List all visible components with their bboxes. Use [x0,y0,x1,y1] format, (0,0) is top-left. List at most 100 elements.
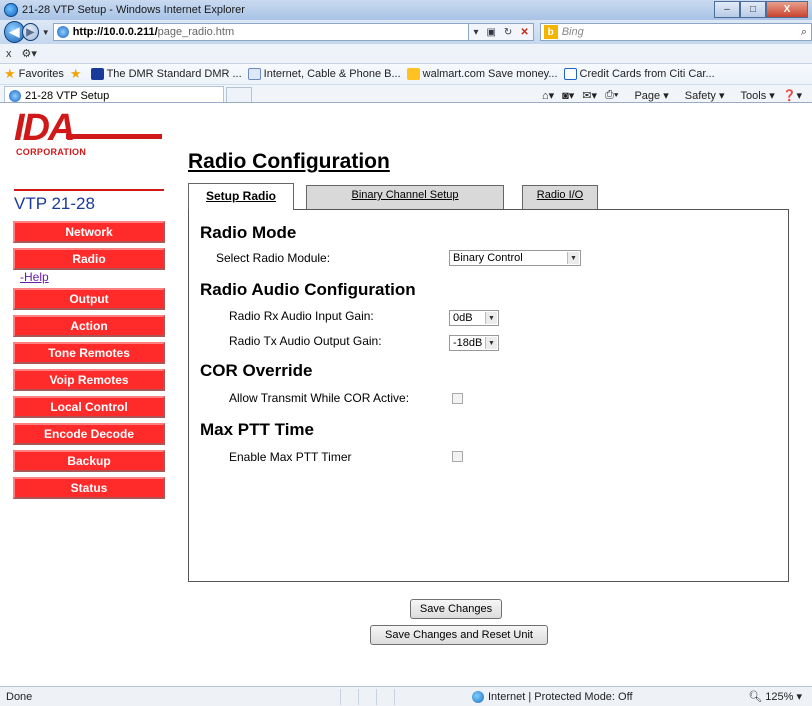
ie-logo-icon [4,3,18,17]
tab-setup-radio[interactable]: Setup Radio [188,183,294,210]
maximize-button[interactable]: □ [740,1,766,18]
help-icon[interactable]: ❓▾ [783,89,802,102]
status-text: Done [6,690,33,703]
favorite-link-label: walmart.com Save money... [422,68,558,80]
save-reset-button[interactable]: Save Changes and Reset Unit [370,625,548,645]
citi-favicon-icon [563,68,577,80]
tx-gain-label: Radio Tx Audio Output Gain: [229,334,382,348]
forward-arrow-icon: ▶ [26,26,35,38]
logo-main: IDA [14,107,75,149]
forward-button[interactable]: ▶ [21,23,39,41]
status-bar: Done Internet | Protected Mode: Off 🔍︎ 1… [0,686,812,706]
cable-favicon-icon [247,68,261,80]
ida-logo: IDA CORPORATION [14,109,164,179]
chevron-down-icon: ▼ [567,252,579,264]
compatibility-view-icon[interactable]: ▣ [482,27,499,38]
rx-gain-select[interactable]: 0dB ▼ [449,310,499,326]
address-input[interactable]: http://10.0.0.211/page_radio.htm [52,23,470,41]
search-placeholder: Bing [561,26,584,38]
stop-icon[interactable]: ✕ [516,27,532,38]
radio-mode-heading: Radio Mode [200,223,297,242]
help-link[interactable]: -Help [20,271,165,284]
cor-override-checkbox[interactable] [452,393,463,404]
favorite-link[interactable]: walmart.com Save money... [406,68,558,80]
command-row: x ⚙▾ [0,44,812,64]
logo-sub: CORPORATION [16,147,87,157]
page-title: Radio Configuration [188,150,390,173]
address-dropdown-icon[interactable]: ▾ [469,27,482,38]
sidebar-item-radio[interactable]: Radio [13,248,165,270]
sidebar-item-action[interactable]: Action [13,315,165,337]
config-panel: Radio Mode Select Radio Module: Binary C… [188,209,789,582]
zoom-level: 125% [765,691,794,703]
print-icon[interactable]: ⎙▾ [605,89,618,102]
max-ptt-label: Enable Max PTT Timer [229,450,352,464]
search-input[interactable]: b Bing ⌕ [539,23,812,41]
tx-gain-select[interactable]: -18dB ▼ [449,335,499,351]
mail-icon[interactable]: ✉▾ [582,89,597,102]
walmart-favicon-icon [406,68,420,80]
window-titlebar: 21-28 VTP Setup - Windows Internet Explo… [0,0,812,20]
add-favorite-icon[interactable]: ★ [70,66,85,82]
tools-menu[interactable]: Tools ▾ [733,89,775,102]
history-dropdown-icon[interactable]: ▼ [42,28,50,37]
tab-radio-io[interactable]: Radio I/O [522,185,598,211]
page-content: IDA CORPORATION VTP 21-28 Network Radio … [0,102,812,686]
sidebar-item-network[interactable]: Network [13,221,165,243]
minimize-button[interactable]: – [714,1,740,18]
sidebar-item-encode-decode[interactable]: Encode Decode [13,423,165,445]
save-changes-button[interactable]: Save Changes [410,599,502,619]
feeds-icon[interactable]: ◙▾ [562,89,574,102]
dmr-favicon-icon [90,68,104,80]
radio-module-value: Binary Control [453,252,523,264]
back-arrow-icon: ◀ [9,24,20,39]
zone-label: Internet | Protected Mode: Off [488,690,633,703]
tab-favicon-icon [9,90,21,102]
tx-gain-value: -18dB [453,337,483,349]
cor-override-label: Allow Transmit While COR Active: [229,391,410,405]
address-buttons: ▾ ▣ ↻ ✕ [469,23,534,41]
address-toolbar: ◀ ▶ ▼ http://10.0.0.211/page_radio.htm ▾… [0,20,812,44]
zoom-control[interactable]: 🔍︎ 125% ▾ [748,690,802,703]
max-ptt-checkbox[interactable] [452,451,463,462]
sidebar-item-local-control[interactable]: Local Control [13,396,165,418]
sidebar-item-status[interactable]: Status [13,477,165,499]
safety-menu[interactable]: Safety ▾ [677,89,725,102]
search-icon[interactable]: ⌕ [801,26,807,39]
command-bar: ⌂▾ ◙▾ ✉▾ ⎙▾ Page ▾ Safety ▾ Tools ▾ ❓▾ [534,89,802,102]
window-controls: – □ X [714,1,808,18]
max-ptt-heading: Max PTT Time [200,420,314,439]
tab-binary-channel-setup[interactable]: Binary Channel Setup [306,185,504,211]
addon-icon[interactable]: ⚙▾ [22,47,37,60]
zoom-icon: 🔍︎ [748,691,763,703]
favorite-link[interactable]: Internet, Cable & Phone B... [247,68,401,80]
rx-gain-value: 0dB [453,312,473,324]
security-zone[interactable]: Internet | Protected Mode: Off [472,690,633,703]
rx-gain-label: Radio Rx Audio Input Gain: [229,309,374,323]
radio-module-select[interactable]: Binary Control ▼ [449,250,581,266]
bing-logo-icon: b [543,25,558,39]
home-icon[interactable]: ⌂▾ [542,89,554,102]
close-button[interactable]: X [766,1,808,18]
favorites-label: Favorites [18,68,64,80]
chevron-down-icon: ▼ [485,337,497,349]
favorite-link[interactable]: The DMR Standard DMR ... [90,68,242,80]
audio-config-heading: Radio Audio Configuration [200,280,416,299]
favorite-link-label: The DMR Standard DMR ... [106,68,242,80]
device-name: VTP 21-28 [14,194,95,213]
favorites-star-icon: ★ [4,66,16,81]
close-tab-icon[interactable]: x [6,48,12,60]
window-title: 21-28 VTP Setup - Windows Internet Explo… [22,4,245,16]
favorite-link[interactable]: Credit Cards from Citi Car... [563,68,715,80]
favorites-button[interactable]: ★ Favorites [4,66,64,82]
refresh-icon[interactable]: ↻ [500,27,516,38]
favorite-link-label: Internet, Cable & Phone B... [263,68,401,80]
sidebar-item-voip-remotes[interactable]: Voip Remotes [13,369,165,391]
radio-module-label: Select Radio Module: [216,251,331,265]
sidebar-item-backup[interactable]: Backup [13,450,165,472]
sidebar-divider [14,189,164,191]
page-menu[interactable]: Page ▾ [626,89,668,102]
sidebar-item-output[interactable]: Output [13,288,165,310]
sidebar-item-tone-remotes[interactable]: Tone Remotes [13,342,165,364]
url-host: http://10.0.0.211/ [72,26,158,38]
